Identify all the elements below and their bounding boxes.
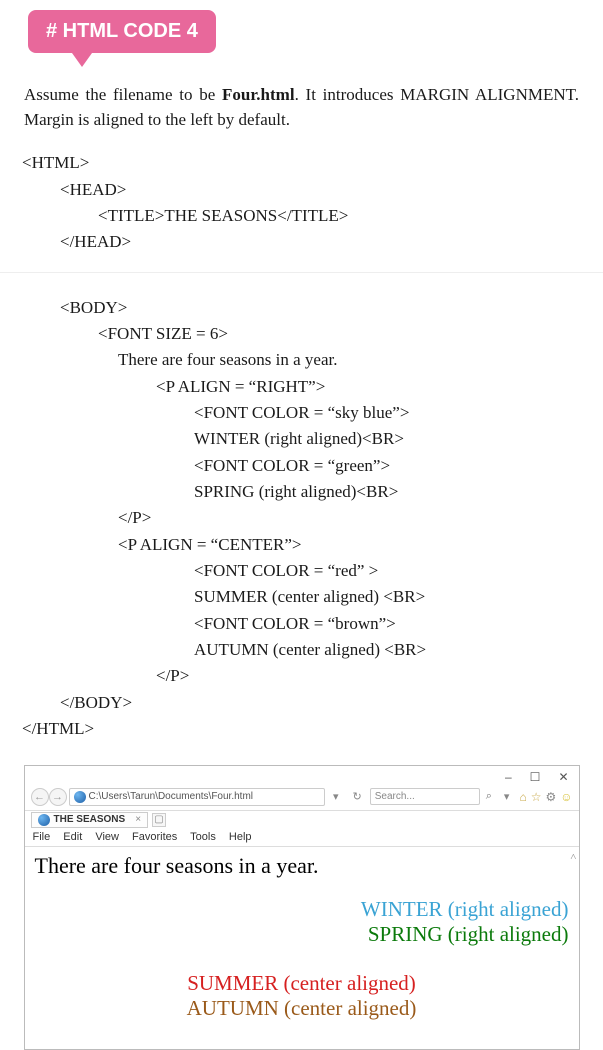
gear-icon[interactable]: ⚙ — [545, 790, 556, 804]
search-input[interactable]: Search... — [370, 788, 480, 805]
code-line: There are four seasons in a year. — [118, 347, 581, 373]
smiley-icon[interactable]: ☺ — [560, 790, 572, 804]
preview-first-line: There are four seasons in a year. — [35, 853, 569, 879]
code-line: <FONT COLOR = “red” > — [194, 558, 581, 584]
browser-window: – ☐ ✕ ← → C:\Users\Tarun\Documents\Four.… — [24, 765, 580, 1050]
tab-title: THE SEASONS — [54, 814, 126, 825]
code-line: <FONT COLOR = “brown”> — [194, 611, 581, 637]
code-line: <P ALIGN = “CENTER”> — [118, 532, 581, 558]
menu-file[interactable]: File — [33, 831, 51, 843]
code-line: <BODY> — [60, 295, 581, 321]
code-line: SUMMER (center aligned) <BR> — [194, 584, 581, 610]
section-banner: # HTML CODE 4 — [28, 10, 216, 53]
tab-close-button[interactable]: × — [129, 814, 141, 825]
preview-winter: WINTER (right aligned) — [35, 897, 569, 922]
code-line: </HEAD> — [60, 229, 581, 255]
code-line: AUTUMN (center aligned) <BR> — [194, 637, 581, 663]
refresh-button[interactable]: ↻ — [347, 790, 368, 803]
code-line: </P> — [118, 505, 581, 531]
window-close-button[interactable]: ✕ — [558, 770, 568, 784]
code-line: </BODY> — [60, 690, 581, 716]
intro-text-1: Assume the filename to be — [24, 85, 222, 104]
window-maximize-button[interactable]: ☐ — [530, 770, 541, 784]
search-placeholder: Search... — [375, 791, 415, 802]
preview-spring: SPRING (right aligned) — [35, 922, 569, 947]
code-block-body: <BODY> <FONT SIZE = 6> There are four se… — [0, 291, 603, 747]
code-line: <FONT SIZE = 6> — [98, 321, 581, 347]
home-icon[interactable]: ⌂ — [519, 790, 526, 804]
code-line: SPRING (right aligned)<BR> — [194, 479, 581, 505]
new-tab-button[interactable]: ▢ — [152, 813, 166, 827]
code-line: WINTER (right aligned)<BR> — [194, 426, 581, 452]
forward-button[interactable]: → — [49, 788, 67, 806]
intro-filename: Four.html — [222, 85, 295, 104]
code-line: <P ALIGN = “RIGHT”> — [156, 374, 581, 400]
search-dropdown-icon[interactable]: ▾ — [498, 790, 516, 803]
address-bar[interactable]: C:\Users\Tarun\Documents\Four.html — [69, 788, 326, 806]
code-line: <TITLE>THE SEASONS</TITLE> — [98, 203, 581, 229]
address-dropdown-icon[interactable]: ▾ — [327, 790, 345, 803]
menu-tools[interactable]: Tools — [190, 831, 216, 843]
search-icon[interactable]: ⌕ — [482, 790, 496, 803]
browser-viewport: ˄ There are four seasons in a year. WINT… — [25, 847, 579, 1050]
menu-edit[interactable]: Edit — [63, 831, 82, 843]
code-line: <FONT COLOR = “sky blue”> — [194, 400, 581, 426]
preview-summer: SUMMER (center aligned) — [35, 971, 569, 996]
address-path: C:\Users\Tarun\Documents\Four.html — [89, 791, 254, 802]
back-button[interactable]: ← — [31, 788, 49, 806]
banner-tail-icon — [72, 53, 92, 67]
ie-icon — [74, 791, 86, 803]
menu-favorites[interactable]: Favorites — [132, 831, 177, 843]
menu-help[interactable]: Help — [229, 831, 252, 843]
menu-bar: File Edit View Favorites Tools Help — [25, 829, 579, 847]
scroll-up-icon[interactable]: ˄ — [570, 851, 576, 863]
code-line: <FONT COLOR = “green”> — [194, 453, 581, 479]
intro-paragraph: Assume the filename to be Four.html. It … — [0, 75, 603, 146]
page-divider — [0, 272, 603, 273]
preview-autumn: AUTUMN (center aligned) — [35, 996, 569, 1021]
code-block-top: <HTML> <HEAD> <TITLE>THE SEASONS</TITLE>… — [0, 146, 603, 259]
menu-view[interactable]: View — [95, 831, 119, 843]
favorites-star-icon[interactable]: ☆ — [531, 790, 542, 804]
code-line: <HTML> — [22, 150, 581, 176]
code-line: </HTML> — [22, 716, 581, 742]
code-line: <HEAD> — [60, 177, 581, 203]
window-minimize-button[interactable]: – — [505, 770, 512, 784]
browser-tab[interactable]: THE SEASONS × — [31, 812, 149, 828]
tab-ie-icon — [38, 814, 50, 826]
code-line: </P> — [156, 663, 581, 689]
